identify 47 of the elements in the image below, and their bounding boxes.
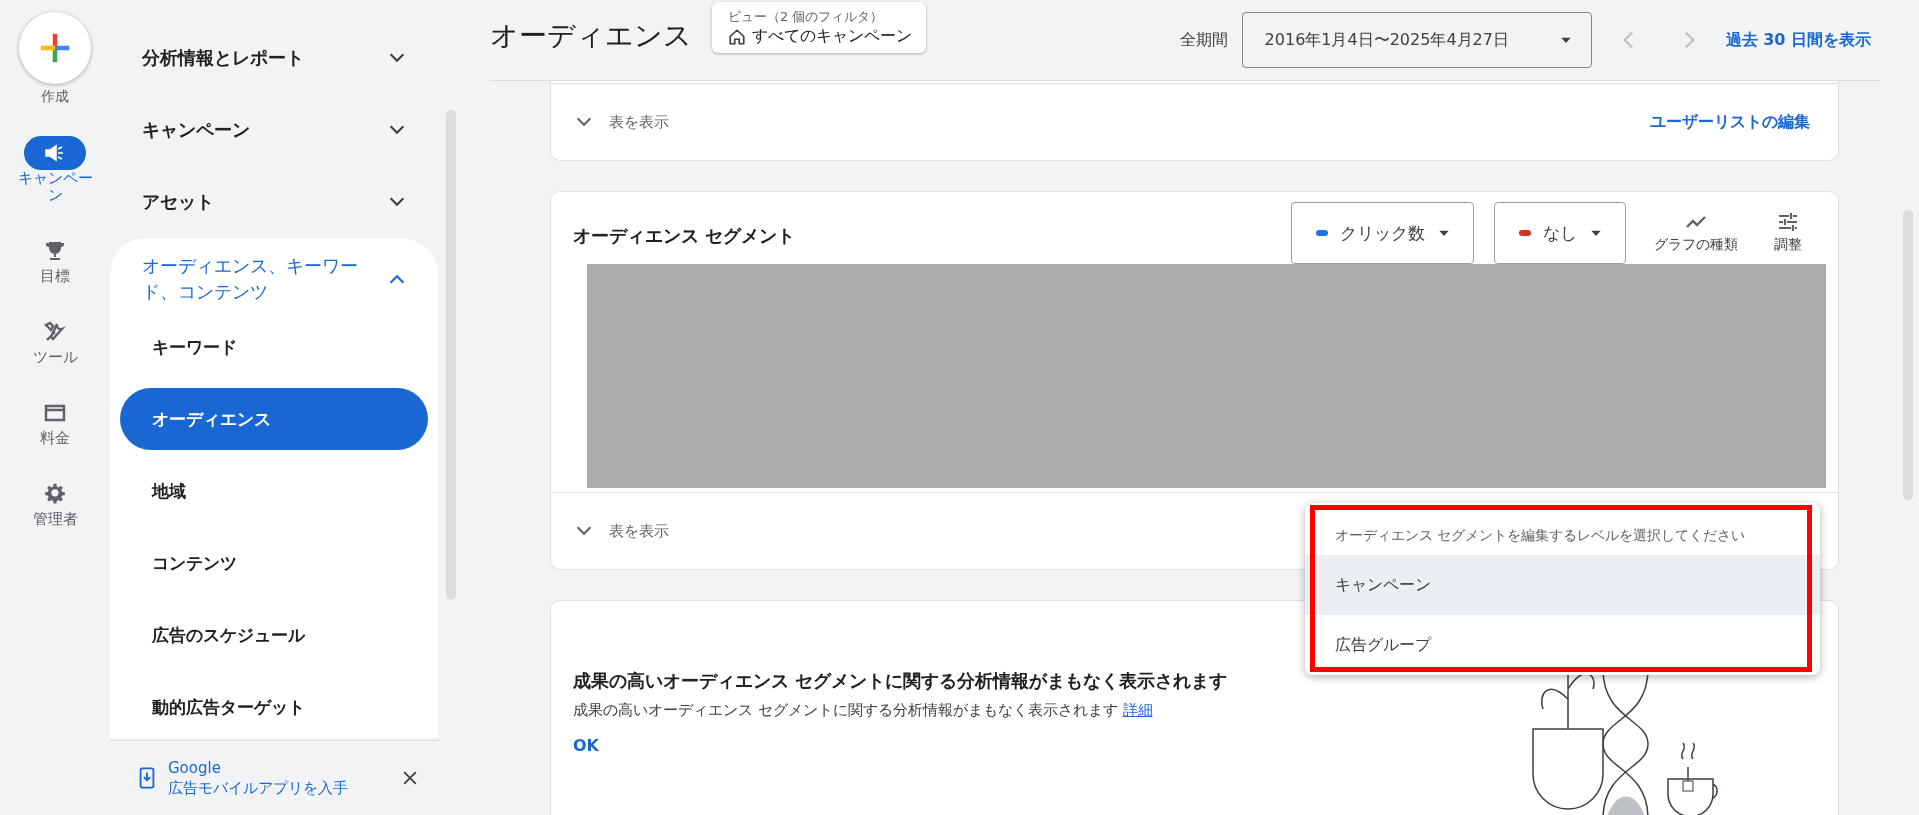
show-table-toggle[interactable]: 表を表示: [573, 520, 669, 542]
promo-link[interactable]: Google: [168, 758, 390, 778]
view-value: すべてのキャンペーン: [752, 26, 912, 47]
rail-item-label[interactable]: 料金: [13, 430, 97, 447]
create-label: 作成: [41, 88, 69, 106]
create-button[interactable]: [19, 12, 91, 84]
rail-item-label[interactable]: ツール: [13, 349, 97, 366]
sidebar-section[interactable]: アセット: [110, 166, 438, 238]
insight-heading: 成果の高いオーディエンス セグメントに関する分析情報がまもなく表示されます: [573, 669, 1228, 693]
metric-dropdown[interactable]: クリック数: [1291, 202, 1474, 264]
menu-item[interactable]: キャンペーン: [1305, 555, 1820, 615]
rail-item-button[interactable]: [24, 136, 86, 170]
sidebar-item[interactable]: 地域: [120, 460, 428, 522]
ok-button[interactable]: OK: [573, 732, 599, 759]
sidebar-section[interactable]: 分析情報とレポート: [110, 22, 438, 94]
menu-heading: オーディエンス セグメントを編集するレベルを選択してください: [1334, 526, 1747, 545]
rail-item-label[interactable]: キャンペーン: [13, 170, 97, 204]
sidebar-item[interactable]: コンテンツ: [120, 532, 428, 594]
settings-icon: [43, 482, 67, 506]
sidebar-section[interactable]: キャンペーン: [110, 94, 438, 166]
menu-item[interactable]: 広告グループ: [1305, 615, 1820, 675]
trophy-icon: [43, 239, 67, 263]
sidebar-item[interactable]: 動的広告ターゲット: [120, 676, 428, 738]
adjust-button[interactable]: 調整: [1766, 202, 1810, 254]
edit-user-lists-link[interactable]: ユーザーリストの編集: [1650, 111, 1810, 133]
sliders-icon: [1776, 210, 1800, 234]
view-caption: ビュー（2 個のフィルタ）: [728, 8, 885, 26]
rail-item-label[interactable]: 目標: [13, 268, 97, 285]
page-title: オーディエンス: [490, 18, 692, 54]
plus-icon: [38, 31, 72, 65]
metric-dropdown[interactable]: なし: [1494, 202, 1626, 264]
sidebar-item[interactable]: オーディエンス: [120, 388, 428, 450]
view-filter-button[interactable]: ビュー（2 個のフィルタ） すべてのキャンペーン: [712, 2, 926, 53]
last-30-days-link[interactable]: 過去 30 日間を表示: [1725, 29, 1871, 51]
period-label: 全期間: [1179, 29, 1228, 51]
rail-item-label[interactable]: 管理者: [13, 511, 97, 528]
home-icon: [728, 27, 746, 46]
chart-type-button[interactable]: グラフの種類: [1646, 202, 1746, 254]
sidebar-item[interactable]: キーワード: [120, 316, 428, 378]
sidebar-item[interactable]: 広告のスケジュール: [120, 604, 428, 666]
card-title: オーディエンス セグメント: [573, 224, 796, 248]
show-table-toggle[interactable]: 表を表示: [573, 111, 669, 133]
details-link[interactable]: 詳細: [1122, 701, 1153, 719]
insight-description: 成果の高いオーディエンス セグメントに関する分析情報がまもなく表示されます 詳細: [573, 701, 1154, 720]
date-range-dropdown[interactable]: 2016年1月4日〜2025年4月27日: [1241, 12, 1592, 68]
promo-link[interactable]: 広告モバイルアプリを入手: [168, 778, 390, 798]
sidebar-section[interactable]: オーディエンス、キーワード、コンテンツ: [110, 238, 438, 316]
